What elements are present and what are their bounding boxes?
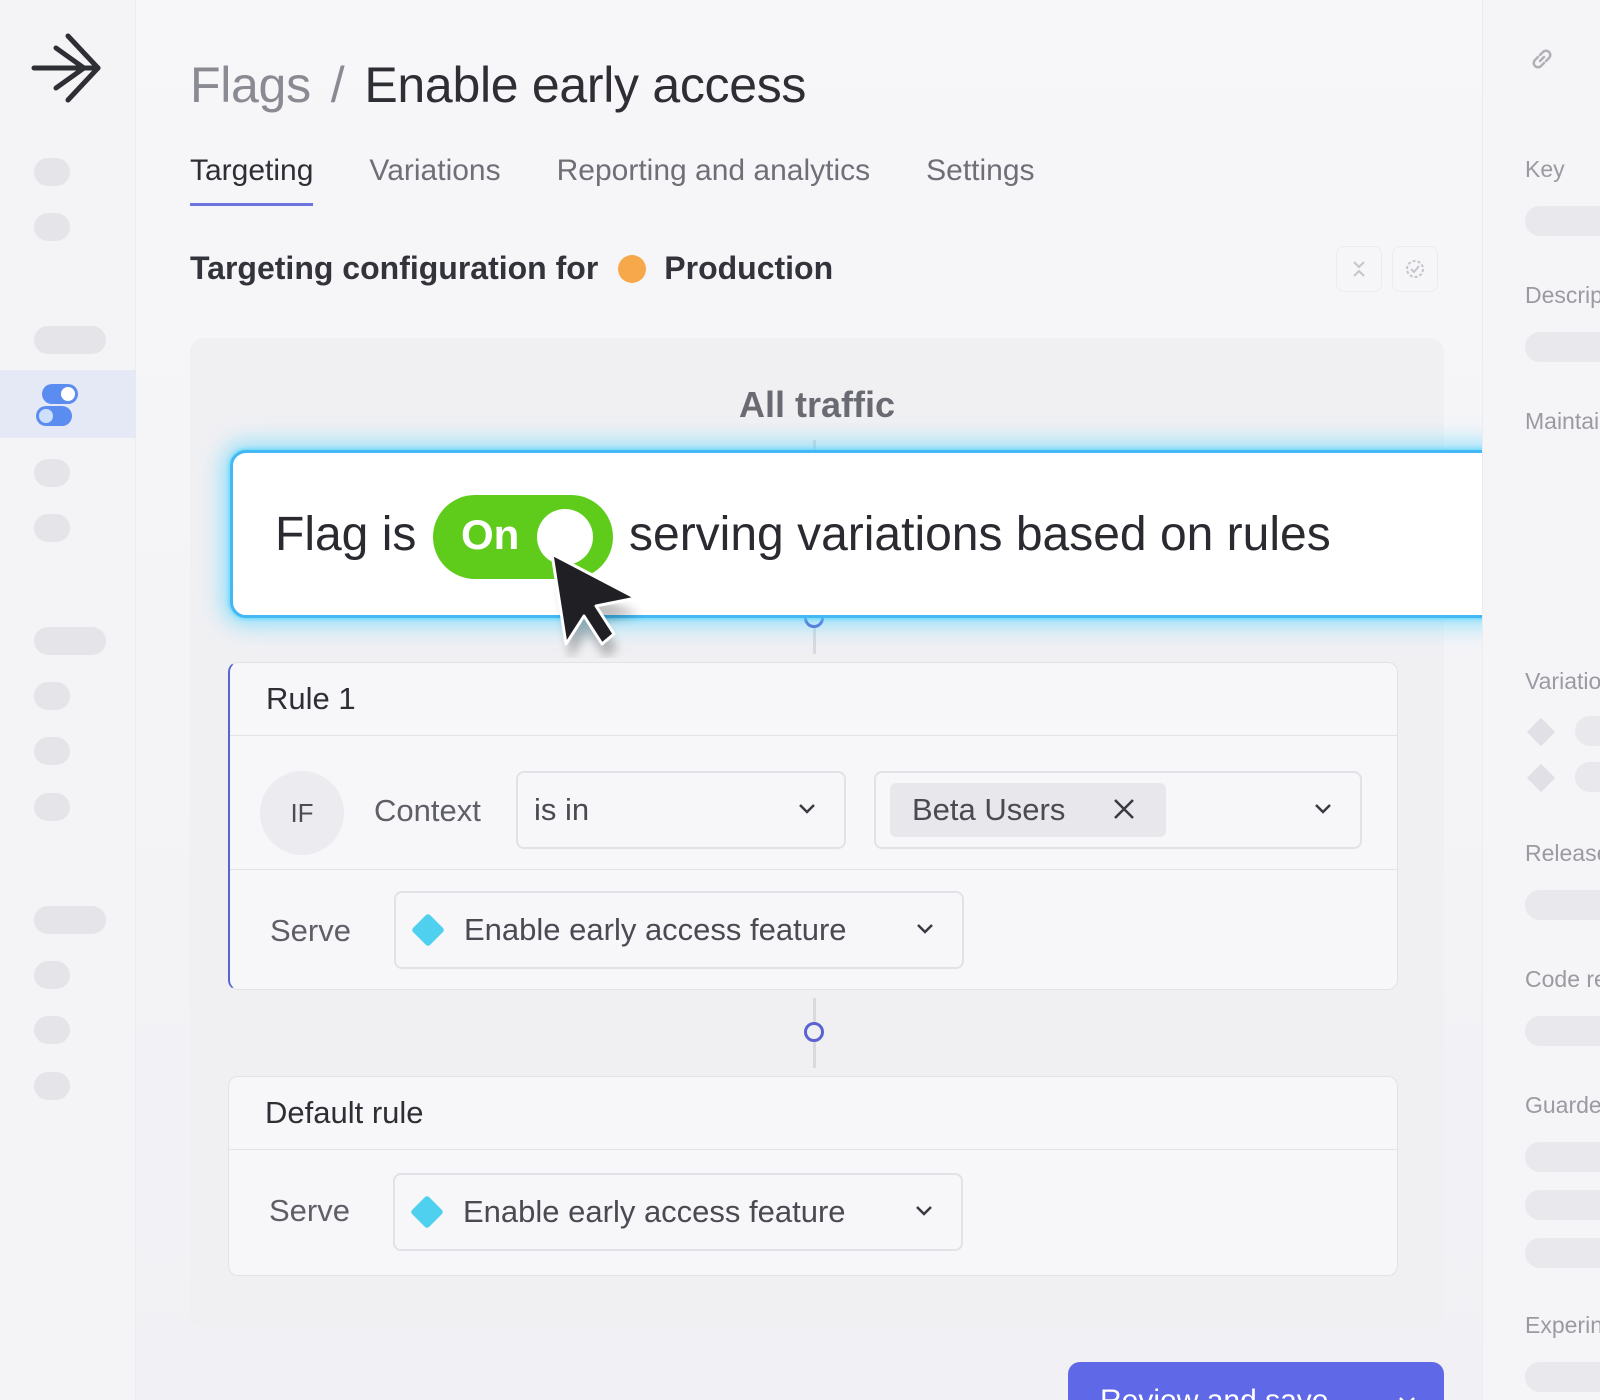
guarded-placeholder bbox=[1525, 1238, 1600, 1268]
rule-title: Rule 1 bbox=[266, 681, 356, 716]
rule-1-card: Rule 1 IF Context is in Beta Users Serve… bbox=[228, 662, 1398, 990]
serve-label: Serve bbox=[269, 1193, 350, 1228]
flag-details-panel: Key Descrip Maintai Variatio Release Cod… bbox=[1482, 0, 1600, 1400]
default-rule-card: Default rule Serve Enable early access f… bbox=[228, 1076, 1398, 1276]
breadcrumb-flags-link[interactable]: Flags bbox=[190, 57, 311, 113]
chevron-down-icon bbox=[799, 804, 815, 814]
sidebar-item-placeholder[interactable] bbox=[34, 1072, 70, 1100]
sidebar-item-placeholder[interactable] bbox=[34, 961, 70, 989]
chevron-down-icon bbox=[917, 924, 933, 934]
if-badge: IF bbox=[260, 771, 344, 855]
flag-status-card: Flag is On serving variations based on r… bbox=[230, 450, 1600, 618]
sidebar-item-placeholder[interactable] bbox=[34, 906, 106, 934]
check-status-button[interactable] bbox=[1392, 246, 1438, 292]
sidebar-item-placeholder[interactable] bbox=[34, 213, 70, 241]
default-serve-variation-select[interactable]: Enable early access feature bbox=[393, 1173, 963, 1251]
all-traffic-label: All traffic bbox=[738, 384, 896, 425]
app-window: Flags / Enable early access Targeting Vari… bbox=[0, 0, 1600, 1400]
tab-variations[interactable]: Variations bbox=[369, 154, 500, 206]
default-serve-variation-value: Enable early access feature bbox=[463, 1194, 846, 1229]
divider bbox=[229, 1149, 1397, 1150]
connector-node bbox=[804, 1022, 824, 1042]
logo-icon bbox=[31, 33, 101, 103]
maintainer-label: Maintai bbox=[1525, 408, 1600, 434]
review-and-save-label: Review and save bbox=[1100, 1384, 1328, 1400]
mouse-pointer-icon bbox=[550, 552, 640, 658]
variations-label: Variatio bbox=[1525, 668, 1600, 694]
guarded-placeholder bbox=[1525, 1142, 1600, 1172]
default-rule-title: Default rule bbox=[265, 1095, 424, 1130]
serve-variation-select[interactable]: Enable early access feature bbox=[394, 891, 964, 969]
sidebar-item-placeholder[interactable] bbox=[34, 514, 70, 542]
key-label: Key bbox=[1525, 156, 1565, 182]
targeting-heading: Targeting configuration for Production bbox=[190, 250, 833, 287]
tab-targeting[interactable]: Targeting bbox=[190, 154, 314, 206]
context-label: Context bbox=[374, 793, 481, 828]
targeting-heading-text: Targeting configuration for bbox=[190, 250, 599, 286]
description-label: Descrip bbox=[1525, 282, 1600, 308]
tab-reporting-and-analytics[interactable]: Reporting and analytics bbox=[557, 154, 871, 206]
experiments-label: Experin bbox=[1525, 1312, 1600, 1338]
close-icon[interactable] bbox=[1112, 797, 1136, 821]
divider bbox=[230, 869, 1397, 870]
variation-diamond-icon bbox=[1526, 717, 1556, 747]
code-references-label: Code re bbox=[1525, 966, 1600, 992]
variation-diamond-icon bbox=[410, 1195, 444, 1229]
sidebar-item-placeholder[interactable] bbox=[34, 158, 70, 186]
segment-chip-label: Beta Users bbox=[912, 792, 1066, 827]
variation-placeholder bbox=[1575, 716, 1600, 746]
tab-bar: Targeting Variations Reporting and analy… bbox=[190, 154, 1035, 206]
guarded-label: Guarde bbox=[1525, 1092, 1600, 1118]
collapse-icon bbox=[1353, 261, 1365, 277]
serve-variation-value: Enable early access feature bbox=[464, 912, 847, 947]
sidebar-item-placeholder[interactable] bbox=[34, 459, 70, 487]
key-value-placeholder bbox=[1525, 206, 1600, 236]
guarded-placeholder bbox=[1525, 1190, 1600, 1220]
page-title: Enable early access bbox=[364, 57, 807, 113]
environment-name[interactable]: Production bbox=[664, 250, 833, 287]
review-and-save-button[interactable]: Review and save bbox=[1068, 1362, 1444, 1400]
sidebar-item-placeholder[interactable] bbox=[34, 682, 70, 710]
divider bbox=[230, 735, 1397, 736]
variation-placeholder bbox=[1575, 762, 1600, 792]
release-label: Release bbox=[1525, 840, 1600, 866]
segment-multiselect[interactable]: Beta Users bbox=[874, 771, 1362, 849]
serve-label: Serve bbox=[270, 913, 351, 948]
sidebar bbox=[0, 0, 136, 1400]
environment-color-dot bbox=[618, 254, 647, 283]
link-icon[interactable] bbox=[1527, 44, 1557, 74]
chevron-down-icon bbox=[916, 1206, 932, 1216]
sidebar-item-placeholder[interactable] bbox=[34, 793, 70, 821]
description-value-placeholder bbox=[1525, 332, 1600, 362]
breadcrumb-separator: / bbox=[330, 57, 345, 113]
experiments-placeholder bbox=[1525, 1362, 1600, 1392]
flags-toggle-icon bbox=[36, 384, 78, 426]
flag-status-suffix: serving variations based on rules bbox=[629, 508, 1331, 561]
flag-status-prefix: Flag is bbox=[275, 508, 417, 561]
tab-settings[interactable]: Settings bbox=[926, 154, 1034, 206]
variation-diamond-icon bbox=[411, 913, 445, 947]
toggle-state-label: On bbox=[461, 511, 520, 558]
collapse-all-button[interactable] bbox=[1336, 246, 1382, 292]
chevron-down-icon bbox=[1399, 1397, 1415, 1400]
sidebar-item-placeholder[interactable] bbox=[34, 326, 106, 354]
chevron-down-icon bbox=[1315, 804, 1331, 814]
breadcrumb: Flags / Enable early access bbox=[190, 56, 806, 114]
code-references-placeholder bbox=[1525, 1016, 1600, 1046]
sidebar-item-placeholder[interactable] bbox=[34, 737, 70, 765]
release-value-placeholder bbox=[1525, 890, 1600, 920]
sidebar-item-placeholder[interactable] bbox=[34, 1016, 70, 1044]
operator-select[interactable]: is in bbox=[516, 771, 846, 849]
sidebar-item-placeholder[interactable] bbox=[34, 627, 106, 655]
segment-chip: Beta Users bbox=[890, 783, 1166, 837]
check-circle-icon bbox=[1406, 260, 1424, 278]
variation-diamond-icon bbox=[1526, 763, 1556, 793]
operator-value: is in bbox=[534, 792, 590, 827]
